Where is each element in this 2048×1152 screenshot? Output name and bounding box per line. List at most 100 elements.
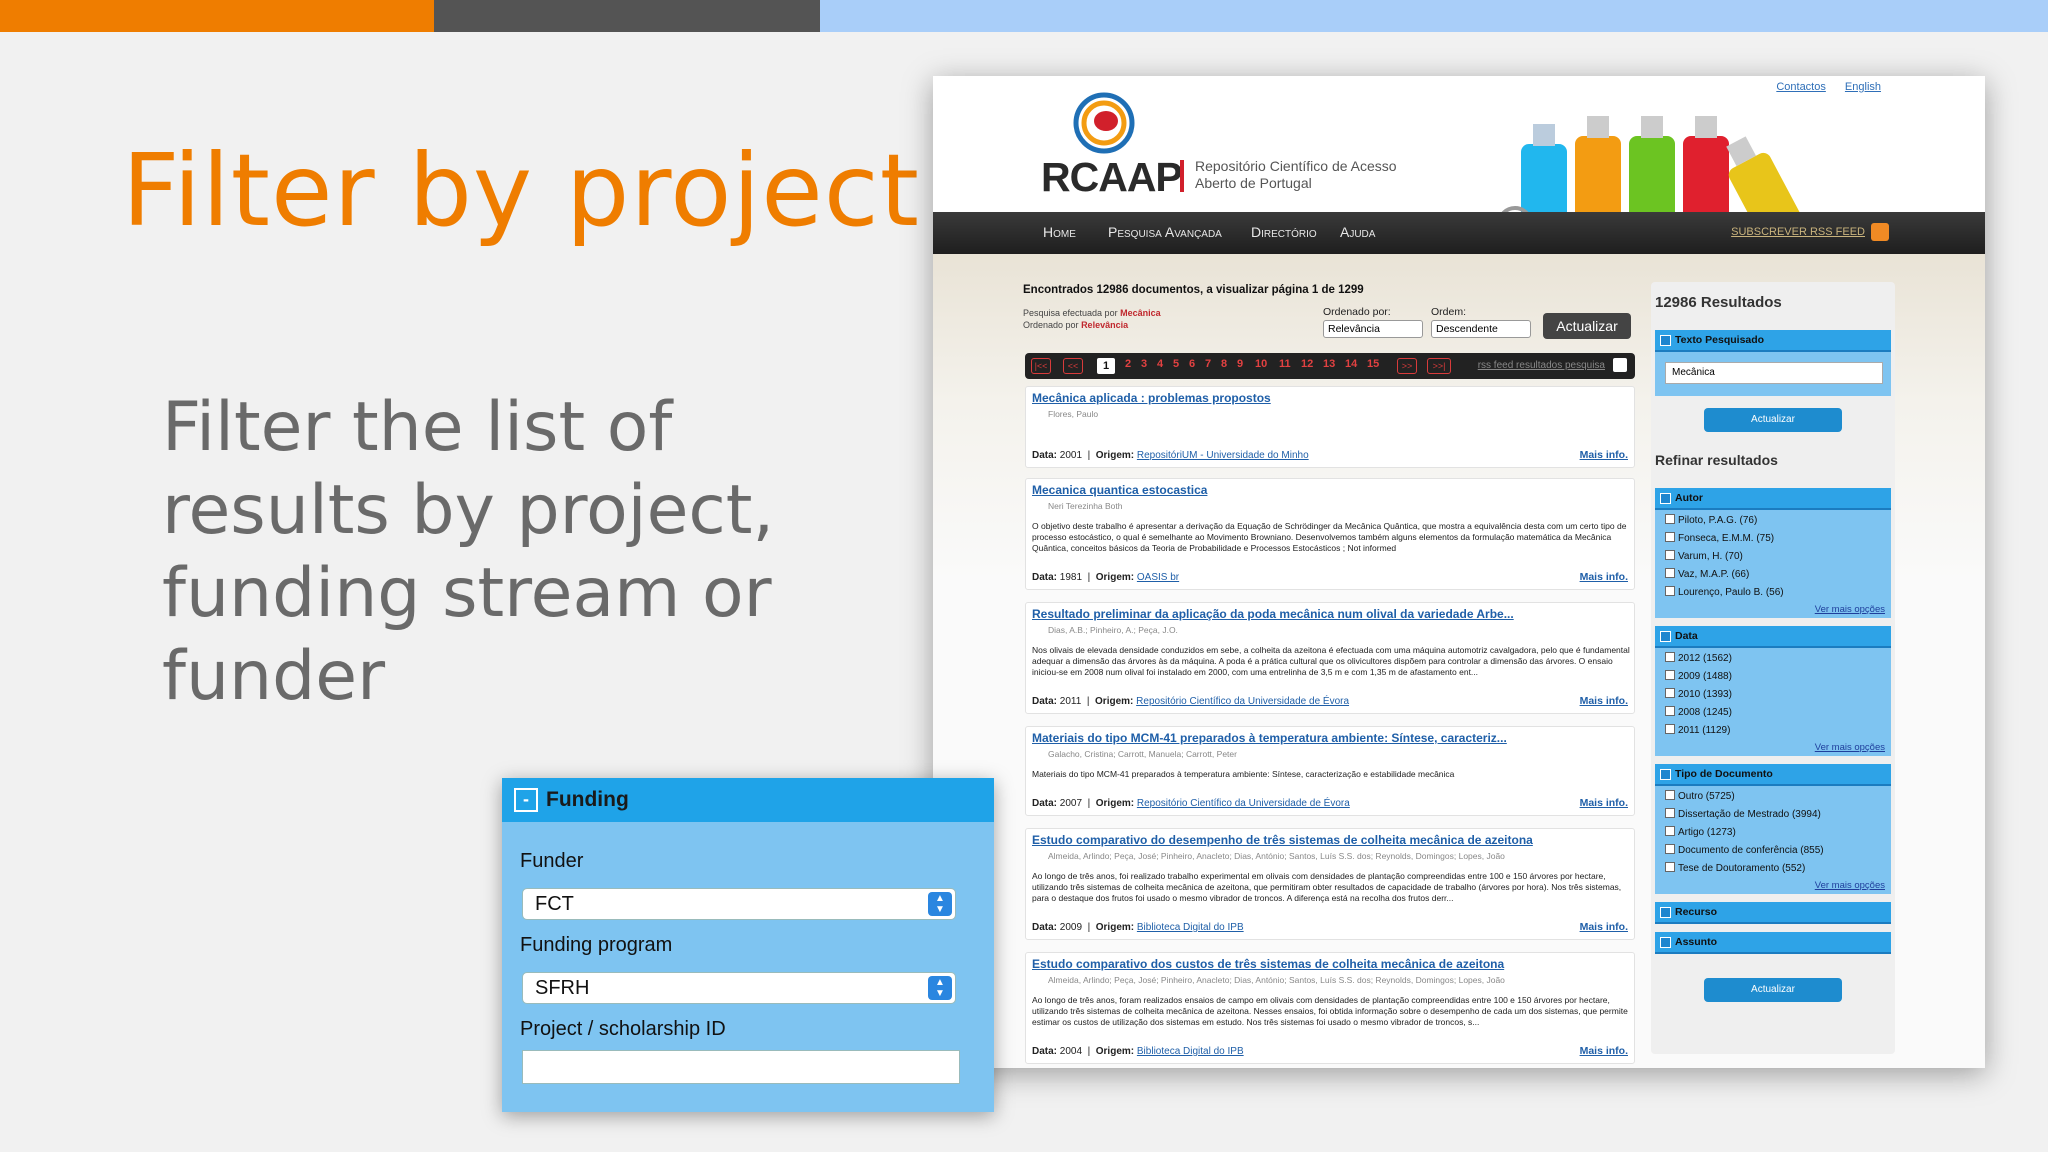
more-options-link[interactable]: Ver mais opções xyxy=(1815,742,1885,753)
page-link[interactable]: 13 xyxy=(1323,358,1335,370)
next-page-button[interactable]: >> xyxy=(1397,358,1417,374)
expand-icon[interactable] xyxy=(1660,937,1671,948)
search-text-input[interactable]: Mecânica xyxy=(1665,362,1883,384)
sidebar-update-button[interactable]: Actualizar xyxy=(1704,978,1842,1002)
result-title[interactable]: Resultado preliminar da aplicação da pod… xyxy=(1032,607,1514,621)
current-page[interactable]: 1 xyxy=(1097,358,1115,374)
result-origin-link[interactable]: Repositório Científico da Universidade d… xyxy=(1137,798,1350,809)
section-recurso-header[interactable]: Recurso xyxy=(1655,902,1891,924)
select-arrows-icon[interactable]: ▲ ▼ xyxy=(928,976,952,1000)
section-assunto-header[interactable]: Assunto xyxy=(1655,932,1891,954)
nav-directory[interactable]: Directório xyxy=(1251,224,1317,240)
funder-select[interactable]: FCT ▲ ▼ xyxy=(522,888,956,920)
collapse-icon[interactable] xyxy=(1660,769,1671,780)
result-date: 1981 xyxy=(1059,572,1083,583)
facet-checkbox[interactable]: Varum, H. (70) xyxy=(1665,550,1743,562)
facet-checkbox[interactable]: Tese de Doutoramento (552) xyxy=(1665,862,1805,874)
nav-home[interactable]: Home xyxy=(1043,224,1076,240)
facet-checkbox[interactable]: 2012 (1562) xyxy=(1665,652,1732,664)
page-link[interactable]: 4 xyxy=(1157,358,1163,370)
result-origin-link[interactable]: Repositório Científico da Universidade d… xyxy=(1136,696,1349,707)
result-title[interactable]: Estudo comparativo dos custos de três si… xyxy=(1032,957,1504,971)
top-links: Contactos English xyxy=(1760,81,1881,93)
result-title[interactable]: Mecanica quantica estocastica xyxy=(1032,483,1207,497)
page-link[interactable]: 15 xyxy=(1367,358,1379,370)
search-term: Mecânica xyxy=(1120,308,1161,318)
link-contactos[interactable]: Contactos xyxy=(1776,81,1826,93)
funding-program-select[interactable]: SFRH ▲ ▼ xyxy=(522,972,956,1004)
facet-checkbox[interactable]: Documento de conferência (855) xyxy=(1665,844,1824,856)
section-autor-body: Piloto, P.A.G. (76) Fonseca, E.M.M. (75)… xyxy=(1655,510,1891,618)
collapse-icon[interactable] xyxy=(1660,631,1671,642)
page-link[interactable]: 6 xyxy=(1189,358,1195,370)
page-link[interactable]: 8 xyxy=(1221,358,1227,370)
sort-by-select[interactable]: Relevância xyxy=(1323,320,1423,338)
facet-checkbox[interactable]: 2009 (1488) xyxy=(1665,670,1732,682)
facet-checkbox[interactable]: Fonseca, E.M.M. (75) xyxy=(1665,532,1774,544)
page-link[interactable]: 2 xyxy=(1125,358,1131,370)
expand-icon[interactable] xyxy=(1660,907,1671,918)
facet-checkbox[interactable]: Vaz, M.A.P. (66) xyxy=(1665,568,1749,580)
section-data-header[interactable]: Data xyxy=(1655,626,1891,648)
result-origin-link[interactable]: Biblioteca Digital do IPB xyxy=(1137,1046,1244,1057)
nav-advanced-search[interactable]: Pesquisa Avançada xyxy=(1108,224,1222,240)
page-link[interactable]: 7 xyxy=(1205,358,1211,370)
section-tipo-header[interactable]: Tipo de Documento xyxy=(1655,764,1891,786)
page-link[interactable]: 5 xyxy=(1173,358,1179,370)
result-title[interactable]: Materiais do tipo MCM-41 preparados à te… xyxy=(1032,731,1507,745)
search-prefix: Pesquisa efectuada por xyxy=(1023,308,1118,318)
more-options-link[interactable]: Ver mais opções xyxy=(1815,880,1885,891)
page-link[interactable]: 12 xyxy=(1301,358,1313,370)
facet-checkbox[interactable]: Dissertação de Mestrado (3994) xyxy=(1665,808,1821,820)
collapse-icon[interactable] xyxy=(1660,335,1671,346)
rss-icon[interactable] xyxy=(1871,223,1889,241)
result-title[interactable]: Estudo comparativo do desempenho de três… xyxy=(1032,833,1533,847)
subscribe-rss-link[interactable]: SUBSCREVER RSS FEED xyxy=(1731,226,1865,238)
result-origin-link[interactable]: RepositóriUM - Universidade do Minho xyxy=(1137,450,1309,461)
nav-help[interactable]: Ajuda xyxy=(1340,224,1375,240)
rss-icon[interactable] xyxy=(1613,358,1627,372)
more-options-link[interactable]: Ver mais opções xyxy=(1815,604,1885,615)
facet-checkbox[interactable]: Outro (5725) xyxy=(1665,790,1735,802)
last-page-button[interactable]: >>| xyxy=(1427,358,1451,374)
result-origin-link[interactable]: Biblioteca Digital do IPB xyxy=(1137,922,1244,933)
results-rss-link[interactable]: rss feed resultados pesquisa xyxy=(1478,360,1605,371)
section-texto-header[interactable]: Texto Pesquisado xyxy=(1655,330,1891,352)
funding-header[interactable]: - Funding xyxy=(502,778,994,822)
funding-program-value: SFRH xyxy=(535,977,590,999)
page-link[interactable]: 14 xyxy=(1345,358,1357,370)
facet-checkbox[interactable]: Artigo (1273) xyxy=(1665,826,1736,838)
link-english[interactable]: English xyxy=(1845,81,1881,93)
more-info-link[interactable]: Mais info. xyxy=(1580,797,1628,809)
more-info-link[interactable]: Mais info. xyxy=(1580,449,1628,461)
page-link[interactable]: 10 xyxy=(1255,358,1267,370)
result-footer: Data: 1981 | Origem: OASIS br xyxy=(1032,572,1180,583)
more-info-link[interactable]: Mais info. xyxy=(1580,1045,1628,1057)
facet-checkbox[interactable]: 2011 (1129) xyxy=(1665,724,1730,736)
more-info-link[interactable]: Mais info. xyxy=(1580,571,1628,583)
more-info-link[interactable]: Mais info. xyxy=(1580,921,1628,933)
page-link[interactable]: 9 xyxy=(1237,358,1243,370)
select-arrows-icon[interactable]: ▲ ▼ xyxy=(928,892,952,916)
facet-checkbox[interactable]: Piloto, P.A.G. (76) xyxy=(1665,514,1757,526)
section-autor-header[interactable]: Autor xyxy=(1655,488,1891,510)
sidebar-update-button[interactable]: Actualizar xyxy=(1704,408,1842,432)
page-link[interactable]: 3 xyxy=(1141,358,1147,370)
result-date: 2011 xyxy=(1059,696,1082,707)
facet-checkbox[interactable]: 2010 (1393) xyxy=(1665,688,1732,700)
collapse-icon[interactable]: - xyxy=(514,788,538,812)
collapse-icon[interactable] xyxy=(1660,493,1671,504)
top-bar-blue xyxy=(820,0,2048,32)
project-id-input[interactable] xyxy=(522,1050,960,1084)
facet-checkbox[interactable]: Lourenço, Paulo B. (56) xyxy=(1665,586,1784,598)
update-button[interactable]: Actualizar xyxy=(1543,313,1631,339)
facet-checkbox[interactable]: 2008 (1245) xyxy=(1665,706,1732,718)
order-select[interactable]: Descendente xyxy=(1431,320,1531,338)
logo-divider xyxy=(1180,160,1184,192)
more-info-link[interactable]: Mais info. xyxy=(1580,695,1628,707)
page-link[interactable]: 11 xyxy=(1279,358,1291,370)
prev-page-button[interactable]: << xyxy=(1063,358,1083,374)
result-origin-link[interactable]: OASIS br xyxy=(1137,572,1179,583)
first-page-button[interactable]: |<< xyxy=(1031,358,1051,374)
result-title[interactable]: Mecânica aplicada : problemas propostos xyxy=(1032,391,1271,405)
